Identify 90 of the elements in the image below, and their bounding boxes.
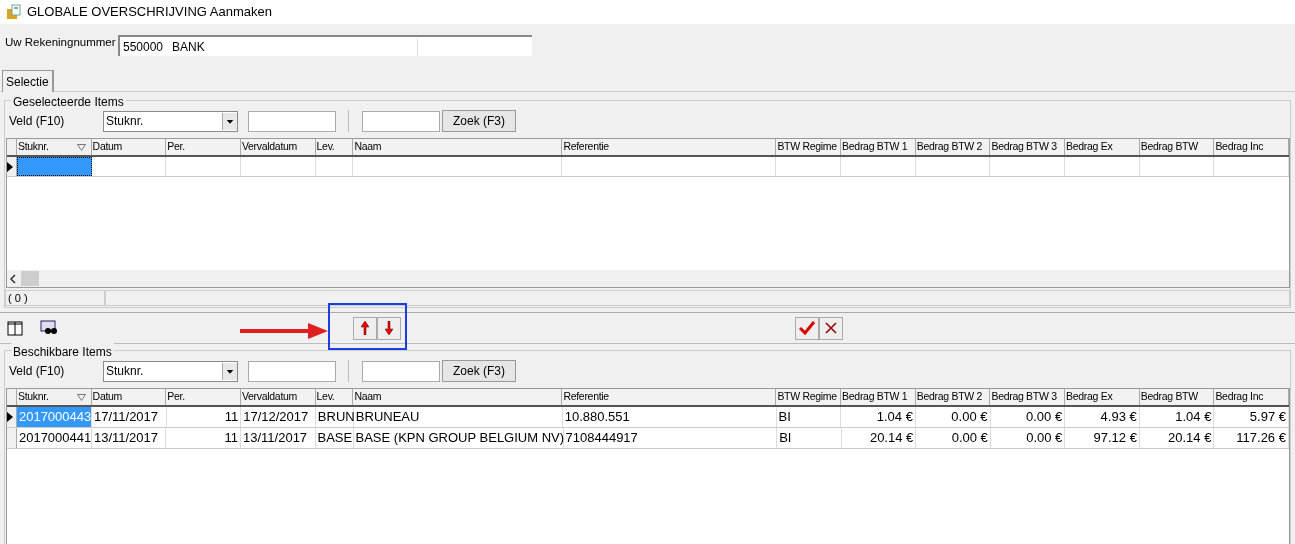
table-cell: BI	[776, 407, 842, 427]
column-header[interactable]: Bedrag BTW 1	[841, 389, 916, 405]
column-header[interactable]: Bedrag BTW 2	[915, 389, 991, 405]
up-arrow-icon	[361, 321, 369, 335]
down-arrow-icon	[385, 321, 393, 335]
column-header[interactable]: Bedrag BTW 3	[990, 139, 1066, 155]
table-cell: 117.26 €	[1214, 428, 1289, 448]
column-header[interactable]: Lev.	[315, 139, 354, 155]
column-header[interactable]: Bedrag BTW 3	[990, 389, 1066, 405]
table-cell: BI	[777, 428, 842, 448]
field-dropdown[interactable]: Stuknr.	[103, 360, 238, 382]
app-icon	[6, 4, 22, 20]
checkmark-icon	[799, 321, 815, 335]
table-cell: BASE (KPN GROUP BELGIUM NV)	[353, 428, 564, 448]
record-count: ( 0 )	[5, 290, 105, 306]
table-cell: 2017000441	[16, 428, 92, 448]
table-cell: 13/11/2017	[91, 428, 167, 448]
column-header[interactable]: Vervaldatum	[240, 389, 316, 405]
search-button[interactable]: Zoek (F3)	[442, 360, 516, 382]
column-header[interactable]: Bedrag Inc	[1214, 389, 1290, 405]
column-header[interactable]: Bedrag Ex	[1065, 389, 1140, 405]
current-row-icon	[7, 412, 13, 422]
account-label: Uw Rekeningnummer	[4, 35, 117, 50]
table-cell: 2017000443	[16, 407, 92, 427]
column-header[interactable]: Bedrag Inc	[1214, 139, 1290, 155]
table-cell: 0.00 €	[990, 428, 1066, 448]
table-cell: 7108444917	[563, 428, 778, 448]
table-cell: 17/12/2017	[241, 407, 316, 427]
table-cell: 0.00 €	[916, 428, 991, 448]
table-cell: 97.12 €	[1065, 428, 1140, 448]
column-header[interactable]: Per.	[166, 389, 241, 405]
field-label: Veld (F10)	[8, 113, 66, 130]
column-header[interactable]: Referentie	[562, 389, 777, 405]
search-input-field[interactable]	[362, 110, 440, 132]
table-cell: 17/11/2017	[91, 407, 167, 427]
column-header[interactable]: BTW Regime	[776, 389, 842, 405]
column-header[interactable]: Datum	[91, 139, 167, 155]
column-header[interactable]: Bedrag BTW	[1139, 139, 1215, 155]
cancel-button[interactable]	[819, 316, 843, 340]
column-header[interactable]: Referentie	[562, 139, 777, 155]
search-input-field[interactable]	[362, 360, 440, 382]
table-cell: BRUN	[315, 407, 354, 427]
table-cell: 11	[166, 407, 242, 427]
table-cell: 0.00 €	[915, 407, 991, 427]
column-header[interactable]: Bedrag Ex	[1065, 139, 1140, 155]
table-cell: 0.00 €	[990, 407, 1066, 427]
sort-icon	[76, 143, 86, 151]
confirm-button[interactable]	[795, 316, 819, 340]
column-header[interactable]: Stuknr.	[16, 139, 92, 155]
move-down-button[interactable]	[377, 316, 401, 340]
column-header[interactable]: Per.	[166, 139, 241, 155]
column-header[interactable]: Stuknr.	[16, 389, 92, 405]
column-header[interactable]: Lev.	[315, 389, 354, 405]
field-label: Veld (F10)	[8, 363, 66, 380]
close-icon	[825, 322, 837, 334]
window-title: GLOBALE OVERSCHRIJVING Aanmaken	[27, 3, 272, 22]
filter-input-field[interactable]	[248, 110, 336, 132]
table-cell: 11	[166, 428, 241, 448]
table-cell: BASE	[315, 428, 354, 448]
current-row-icon	[7, 161, 13, 172]
table-cell: 1.04 €	[1139, 407, 1215, 427]
column-header[interactable]: Bedrag BTW 2	[915, 139, 991, 155]
account-field[interactable]: 550000 BANK	[118, 35, 532, 56]
horizontal-scrollbar[interactable]	[7, 270, 1289, 287]
search-button[interactable]: Zoek (F3)	[442, 110, 516, 132]
binoculars-icon	[40, 320, 58, 336]
row-header[interactable]	[7, 157, 17, 176]
column-header[interactable]: Bedrag BTW	[1139, 389, 1215, 405]
column-header[interactable]: Vervaldatum	[240, 139, 316, 155]
column-header[interactable]: BTW Regime	[776, 139, 842, 155]
move-up-button[interactable]	[353, 316, 377, 340]
scroll-thumb[interactable]	[21, 271, 39, 286]
sort-icon	[76, 393, 86, 401]
table-cell: 13/11/2017	[241, 428, 316, 448]
column-header[interactable]: Naam	[353, 139, 563, 155]
tab[interactable]: Selectie	[2, 70, 54, 92]
table-cell: 20.14 €	[1139, 428, 1215, 448]
table-cell: BRUNEAU	[353, 407, 563, 427]
row-header[interactable]	[7, 407, 17, 427]
table-cell: 1.04 €	[841, 407, 916, 427]
columns-icon	[7, 320, 23, 336]
table-cell: 5.97 €	[1214, 407, 1289, 427]
table-cell: 10.880.551	[562, 407, 777, 427]
column-header[interactable]: Bedrag BTW 1	[841, 139, 916, 155]
table-cell: 20.14 €	[841, 428, 917, 448]
field-dropdown[interactable]: Stuknr.	[103, 110, 238, 132]
column-header[interactable]: Naam	[353, 389, 563, 405]
column-header[interactable]: Datum	[91, 389, 167, 405]
table-cell: 4.93 €	[1065, 407, 1140, 427]
filter-input-field[interactable]	[248, 360, 336, 382]
